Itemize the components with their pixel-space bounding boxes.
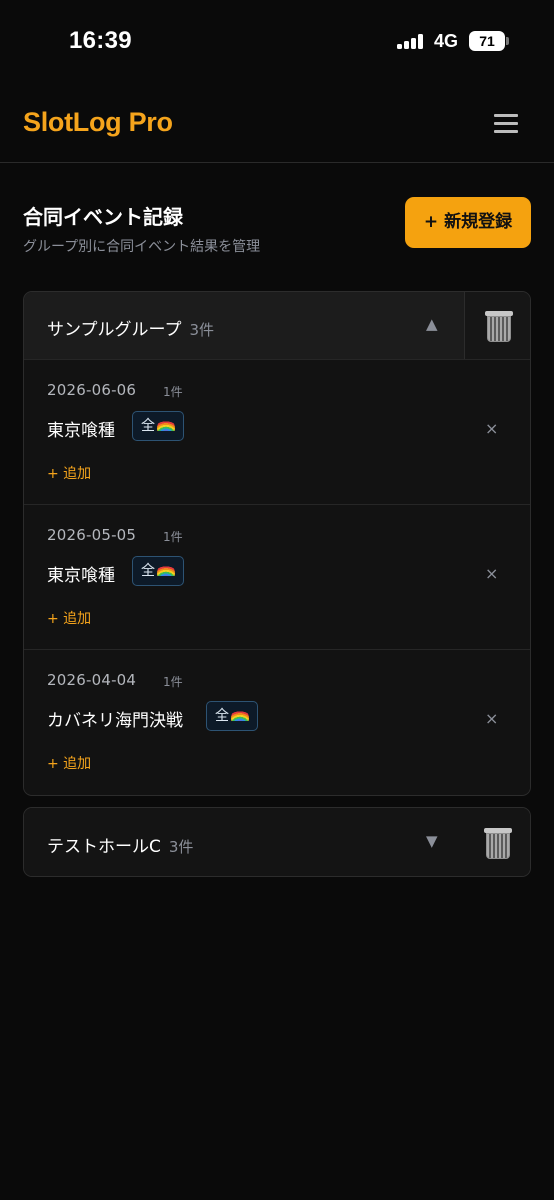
new-registration-button[interactable]: + 新規登録 [405,197,531,248]
close-icon[interactable]: × [485,709,498,728]
delete-group-button[interactable] [464,292,530,359]
event-machine-name: 東京喰種 [47,566,115,586]
status-bar: 16:39 4G 71 [0,0,554,84]
event-tag-label: 全 [141,563,155,579]
event-count: 1件 [163,675,183,689]
trash-can-icon [485,311,513,342]
group-card-test-hall: テストホールC 3件 ▼ [23,807,531,877]
event-tag: 全 [206,701,258,731]
event-count: 1件 [163,530,183,544]
app-header: SlotLog Pro [0,84,554,163]
chevron-down-icon[interactable]: ▼ [426,832,438,850]
delete-group-button[interactable] [464,808,530,876]
group-count: 3件 [189,321,215,339]
signal-strength-icon [397,34,425,49]
event-date: 2026-05-05 [47,526,137,544]
battery-icon: 71 [469,31,505,51]
network-type: 4G [434,31,459,51]
chevron-up-icon[interactable]: ▲ [426,315,438,333]
event-machine-name: 東京喰種 [47,421,115,441]
event-row: 2026-04-04 1件 カバネリ海門決戦 全 × + 追加 [24,649,530,794]
group-name: テストホールC [47,837,161,857]
event-tag: 全 [132,556,184,586]
add-button[interactable]: + 追加 [47,463,91,483]
page-subtitle: グループ別に合同イベント結果を管理 [23,239,261,255]
rainbow-icon [157,419,175,431]
event-count: 1件 [163,385,183,399]
add-button[interactable]: + 追加 [47,608,91,628]
group-count: 3件 [168,838,194,856]
trash-can-icon [484,828,512,859]
hamburger-menu-icon[interactable] [494,114,518,136]
status-time: 16:39 [69,27,132,54]
group-card-sample: サンプルグループ 3件 ▲ 2026-06-06 1件 東京喰種 全 × + 追加… [23,291,531,796]
event-row: 2026-05-05 1件 東京喰種 全 × + 追加 [24,504,530,649]
group-header[interactable]: テストホールC 3件 ▼ [24,808,530,876]
group-header[interactable]: サンプルグループ 3件 ▲ [24,292,530,359]
group-name: サンプルグループ [47,320,182,340]
event-date: 2026-04-04 [47,671,137,689]
rainbow-icon [231,709,249,721]
app-title: SlotLog Pro [23,107,173,137]
page-title: 合同イベント記録 [23,205,183,229]
rainbow-icon [157,564,175,576]
event-date: 2026-06-06 [47,381,137,399]
event-tag-label: 全 [141,418,155,434]
event-row: 2026-06-06 1件 東京喰種 全 × + 追加 [24,359,530,504]
event-tag-label: 全 [215,708,229,724]
close-icon[interactable]: × [485,419,498,438]
event-tag: 全 [132,411,184,441]
close-icon[interactable]: × [485,564,498,583]
event-machine-name: カバネリ海門決戦 [47,711,183,731]
add-button[interactable]: + 追加 [47,753,91,773]
battery-cap [506,37,509,45]
